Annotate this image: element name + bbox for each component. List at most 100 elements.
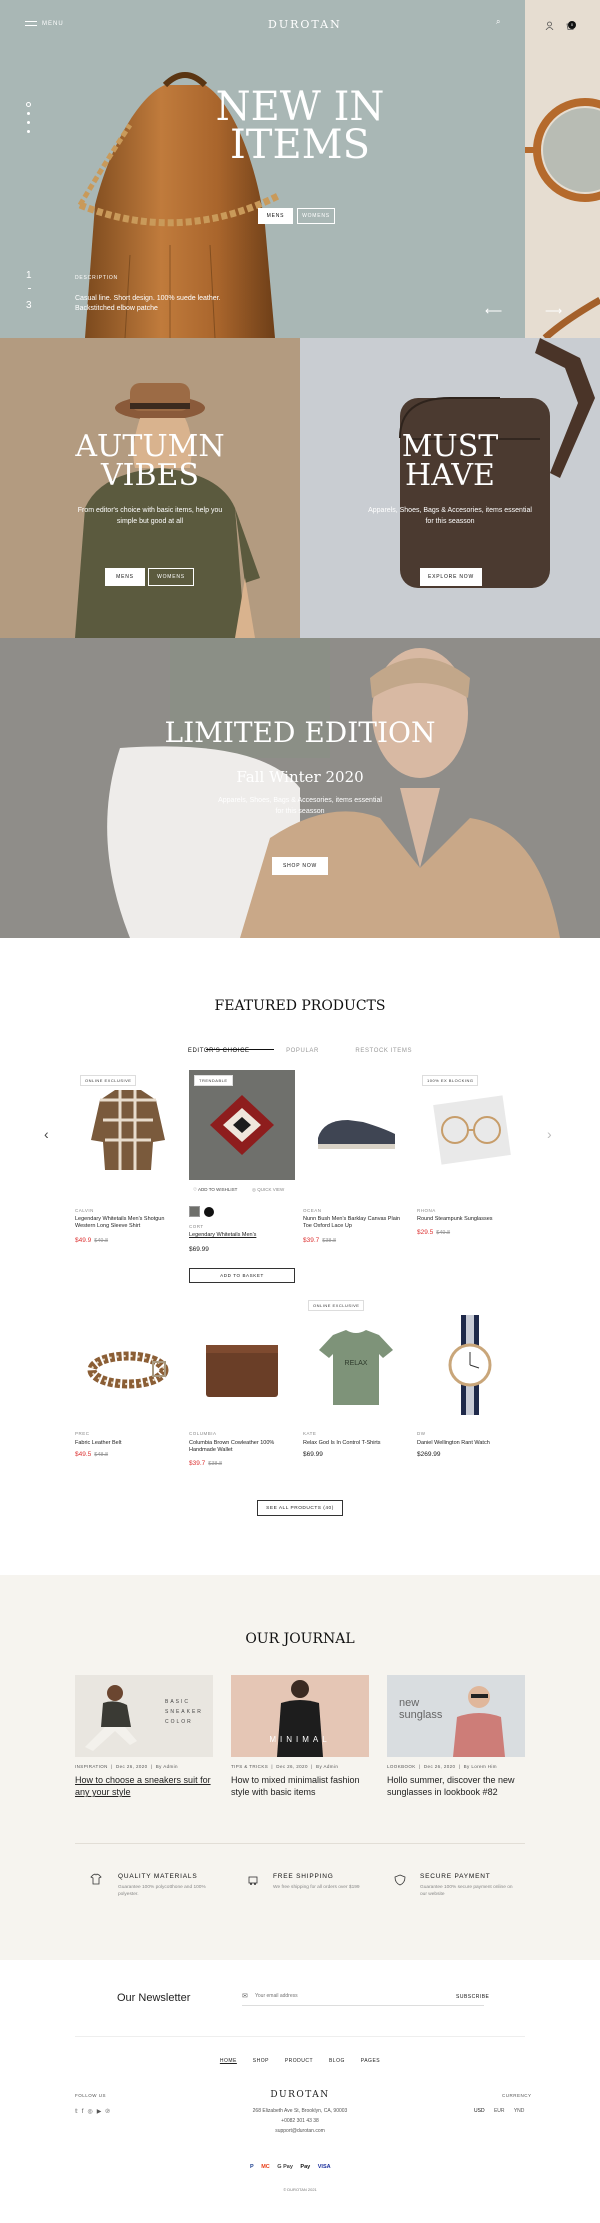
add-to-wishlist-button[interactable]: ♡ ADD TO WISHLIST: [193, 1187, 237, 1193]
explore-now-button[interactable]: EXPLORE NOW: [420, 568, 482, 586]
footer-nav-blog[interactable]: BLOG: [329, 2058, 345, 2064]
menu-label[interactable]: MENU: [42, 21, 64, 27]
tab-active-underline: [206, 1049, 274, 1050]
limited-edition-subtitle: Fall Winter 2020: [236, 768, 364, 786]
footer-nav-pages[interactable]: PAGES: [361, 2058, 380, 2064]
product-image-sunglasses[interactable]: [417, 1070, 523, 1180]
currency-switcher: USD EUR YND: [474, 2108, 524, 2114]
mail-icon: ✉: [242, 1993, 248, 2000]
product-brand: RHONA: [417, 1208, 436, 1213]
autumn-mens-button[interactable]: MENS: [105, 568, 145, 586]
footer-nav-product[interactable]: PRODUCT: [285, 2058, 313, 2064]
tab-restock-items[interactable]: RESTOCK ITEMS: [355, 1048, 412, 1054]
product-name[interactable]: Relax God Is In Control T-Shirts: [303, 1440, 407, 1447]
footer-nav-shop[interactable]: SHOP: [253, 2058, 269, 2064]
mastercard-icon: MC: [261, 2164, 270, 2170]
user-icon[interactable]: [545, 17, 554, 35]
top-bar: MENU DUROTAN ⌕ 0: [0, 0, 600, 48]
see-all-products-button[interactable]: SEE ALL PRODUCTS (40): [257, 1500, 343, 1516]
hero-dot[interactable]: [27, 112, 30, 115]
feature-title: SECURE PAYMENT: [420, 1873, 491, 1880]
product-badge: ONLINE EXCLUSIVE: [308, 1300, 365, 1311]
product-price: $69.99: [303, 1451, 323, 1458]
product-price: $269.99: [417, 1451, 441, 1458]
carousel-next-icon[interactable]: ›: [547, 1126, 552, 1142]
prev-arrow-icon[interactable]: ⟵: [485, 304, 502, 318]
product-name[interactable]: Columbia Brown Cowleather 100% Handmade …: [189, 1440, 293, 1455]
color-swatch-black[interactable]: [204, 1207, 214, 1217]
product-image-wallet[interactable]: [189, 1310, 295, 1420]
hero-slide-total: 3: [26, 300, 32, 311]
currency-eur[interactable]: EUR: [494, 2108, 505, 2114]
visa-icon: VISA: [317, 2164, 331, 2170]
featured-tabs: EDITOR'S CHOICE POPULAR RESTOCK ITEMS: [0, 1039, 600, 1057]
limited-edition-banner: LIMITED EDITION Fall Winter 2020 Apparel…: [0, 638, 600, 938]
hero-dot[interactable]: [27, 121, 30, 124]
currency-usd[interactable]: USD: [474, 2108, 485, 2114]
feature-desc: Guarantee 100% polycotthone and 100% pol…: [118, 1885, 206, 1898]
journal-meta: LOOKBOOK | Dec 26, 2020 | By Lorem Him: [387, 1764, 497, 1769]
next-arrow-icon[interactable]: ⟶: [545, 304, 562, 318]
shirt-icon: [90, 1873, 102, 1888]
product-name[interactable]: Daniel Wellington Rant Watch: [417, 1440, 521, 1447]
footer-email[interactable]: support@durotan.com: [0, 2128, 600, 2134]
feature-desc: We free shipping for all orders over $19…: [273, 1885, 360, 1890]
newsletter-email-input[interactable]: [255, 1993, 445, 1999]
site-logo[interactable]: DUROTAN: [268, 18, 342, 31]
journal-post-title[interactable]: How to mixed minimalist fashion style wi…: [231, 1774, 371, 1798]
shield-icon: [394, 1873, 406, 1891]
hero-description-text: Casual line. Short design. 100% suede le…: [75, 295, 221, 312]
product-brand: OCEAN: [303, 1208, 322, 1213]
hero-womens-button[interactable]: WOMENS: [297, 208, 335, 224]
limited-edition-text: Apparels, Shoes, Bags & Accesories, item…: [218, 797, 382, 815]
product-price: $39.7 $38.8: [303, 1237, 337, 1244]
journal-post-title[interactable]: How to choose a sneakers suit for any yo…: [75, 1774, 215, 1798]
product-name[interactable]: Round Steampunk Sunglasses: [417, 1216, 521, 1223]
search-icon[interactable]: ⌕: [496, 17, 500, 27]
journal-meta: INSPIRATION | Dec 26, 2020 | By Admin: [75, 1764, 178, 1769]
product-brand: CORT: [189, 1224, 204, 1229]
product-image-tshirt[interactable]: RELAX: [303, 1310, 409, 1420]
autumn-womens-button[interactable]: WOMENS: [148, 568, 194, 586]
sunglasses-image: [525, 98, 600, 338]
footer-phone: +0082 301 43 38: [281, 2118, 319, 2124]
hero-dot-active[interactable]: [26, 102, 31, 107]
currency-ynd[interactable]: YND: [514, 2108, 525, 2114]
shop-now-button[interactable]: SHOP NOW: [272, 857, 328, 875]
journal-image-minimal[interactable]: MINIMAL: [231, 1675, 369, 1757]
paypal-icon: P: [250, 2164, 254, 2170]
journal-image-sneakers[interactable]: BASIC SNEAKER COLOR: [75, 1675, 213, 1757]
add-to-basket-button[interactable]: ADD TO BASKET: [189, 1268, 295, 1283]
footer-divider: [75, 2036, 525, 2037]
menu-icon[interactable]: [25, 18, 37, 29]
hero-mens-button[interactable]: MENS: [258, 208, 293, 224]
product-image-shirt[interactable]: [75, 1070, 181, 1180]
journal-post-title[interactable]: Hollo summer, discover the new sunglasse…: [387, 1774, 527, 1798]
newsletter-heading: Our Newsletter: [117, 1992, 191, 2004]
product-name[interactable]: Legendary Whitetails Men's Shotgun Weste…: [75, 1216, 179, 1231]
product-image-shoe[interactable]: [303, 1070, 409, 1180]
product-name[interactable]: Nunn Bush Men's Barklay Canvas Plain Toe…: [303, 1216, 407, 1231]
quick-view-button[interactable]: ◎ QUICK VIEW: [252, 1187, 284, 1193]
svg-text:RELAX: RELAX: [345, 1360, 368, 1367]
product-brand: DW: [417, 1431, 426, 1436]
carousel-prev-icon[interactable]: ‹: [44, 1126, 49, 1142]
hero-title-line1: NEW IN: [215, 84, 385, 130]
autumn-text: From editor's choice with basic items, h…: [77, 507, 223, 525]
hero-slide-current: 1: [26, 270, 32, 281]
hero-dot[interactable]: [27, 130, 30, 133]
product-name[interactable]: Fabric Leather Belt: [75, 1440, 179, 1447]
product-image-watch[interactable]: [417, 1310, 523, 1420]
color-swatch-grey[interactable]: [189, 1206, 200, 1217]
product-badge: ONLINE EXCLUSIVE: [80, 1075, 137, 1086]
journal-image-sunglasses[interactable]: new sunglass: [387, 1675, 525, 1757]
product-image-belt[interactable]: [75, 1310, 181, 1420]
footer-nav-home[interactable]: HOME: [220, 2058, 237, 2064]
hero-next-slide-preview: ⟶: [525, 0, 600, 338]
subscribe-button[interactable]: SUBSCRIBE: [456, 1994, 489, 2000]
product-image-sweater[interactable]: [189, 1070, 295, 1180]
product-name[interactable]: Legendary Whitetails Men's: [189, 1232, 293, 1239]
autumn-title-line2: VIBES: [100, 457, 199, 493]
must-have-title-line2: HAVE: [405, 457, 495, 493]
tab-popular[interactable]: POPULAR: [286, 1048, 319, 1054]
